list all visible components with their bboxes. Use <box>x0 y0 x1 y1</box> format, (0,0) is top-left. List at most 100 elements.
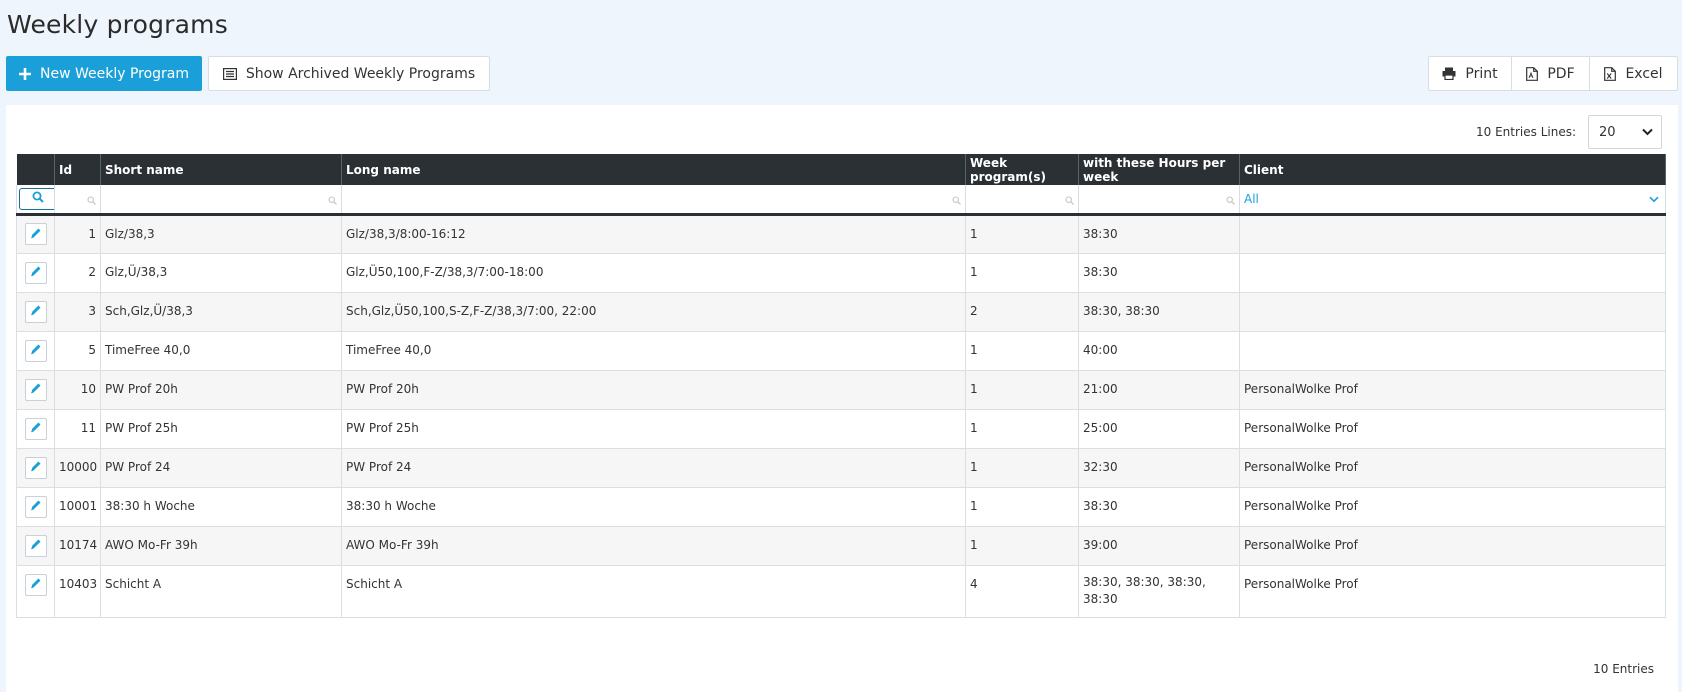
cell-long-name: Schicht A <box>341 564 966 618</box>
cell-week-programs: 1 <box>965 525 1079 566</box>
cell-client: PersonalWolke Prof <box>1239 564 1666 618</box>
cell-client <box>1239 252 1666 293</box>
entries-lines-label: 10 Entries Lines: <box>1476 125 1576 139</box>
header-week-programs[interactable]: Week program(s) <box>965 154 1079 185</box>
pencil-icon <box>30 577 42 592</box>
export-button-group: Print PDF Excel <box>1428 56 1678 91</box>
cell-week-programs: 4 <box>965 564 1079 618</box>
table-row: 10403 Schicht A Schicht A 4 38:30, 38:30… <box>16 564 1666 618</box>
pdf-button[interactable]: PDF <box>1511 56 1590 91</box>
cell-long-name: 38:30 h Woche <box>341 486 966 527</box>
search-icon <box>32 191 44 206</box>
lines-select[interactable]: 20 <box>1588 115 1662 149</box>
cell-id: 10 <box>54 369 101 410</box>
search-icon <box>952 194 961 208</box>
cell-long-name: Glz,Ü50,100,F-Z/38,3/7:00-18:00 <box>341 252 966 293</box>
edit-row-button[interactable] <box>24 223 47 245</box>
filter-hours-input[interactable] <box>1078 185 1240 216</box>
header-long-name[interactable]: Long name <box>341 154 966 185</box>
chevron-down-icon <box>1649 192 1659 206</box>
toolbar: New Weekly Program Show Archived Weekly … <box>6 56 1682 91</box>
cell-long-name: PW Prof 20h <box>341 369 966 410</box>
filter-short-name-input[interactable] <box>100 185 342 216</box>
search-icon <box>87 194 96 208</box>
table-row: 10174 AWO Mo-Fr 39h AWO Mo-Fr 39h 1 39:0… <box>16 525 1666 566</box>
edit-row-button[interactable] <box>24 573 47 596</box>
show-archived-button[interactable]: Show Archived Weekly Programs <box>208 56 490 91</box>
cell-long-name: Glz/38,3/8:00-16:12 <box>341 213 966 254</box>
edit-row-button[interactable] <box>24 261 47 284</box>
cell-week-programs: 1 <box>965 330 1079 371</box>
cell-client: PersonalWolke Prof <box>1239 408 1666 449</box>
cell-id: 5 <box>54 330 101 371</box>
new-weekly-program-button[interactable]: New Weekly Program <box>6 56 202 91</box>
cell-short-name: 38:30 h Woche <box>100 486 342 527</box>
edit-row-button[interactable] <box>24 300 47 323</box>
cell-hours: 39:00 <box>1078 525 1240 566</box>
cell-id: 10000 <box>54 447 101 488</box>
cell-id: 3 <box>54 291 101 332</box>
print-button[interactable]: Print <box>1428 56 1512 91</box>
printer-icon <box>1442 67 1456 80</box>
cell-client <box>1239 330 1666 371</box>
pdf-file-icon <box>1526 66 1539 81</box>
cell-week-programs: 1 <box>965 252 1079 293</box>
cell-client: PersonalWolke Prof <box>1239 447 1666 488</box>
cell-long-name: PW Prof 25h <box>341 408 966 449</box>
filter-id-input[interactable] <box>54 185 101 216</box>
search-icon <box>1065 194 1074 208</box>
pencil-icon <box>30 460 42 475</box>
excel-button[interactable]: Excel <box>1589 56 1678 91</box>
header-short-name[interactable]: Short name <box>100 154 342 185</box>
excel-label: Excel <box>1625 65 1663 82</box>
page-title: Weekly programs <box>7 10 228 39</box>
edit-row-button[interactable] <box>24 534 47 557</box>
table-filter-row: All <box>16 185 1666 216</box>
table-row: 11 PW Prof 25h PW Prof 25h 1 25:00 Perso… <box>16 408 1666 449</box>
new-weekly-program-label: New Weekly Program <box>39 65 190 82</box>
edit-row-button[interactable] <box>24 456 47 479</box>
cell-hours: 40:00 <box>1078 330 1240 371</box>
pencil-icon <box>30 265 42 280</box>
cell-week-programs: 1 <box>965 213 1079 254</box>
filter-search-cell <box>16 185 55 216</box>
cell-long-name: PW Prof 24 <box>341 447 966 488</box>
pencil-icon <box>30 227 42 242</box>
cell-short-name: AWO Mo-Fr 39h <box>100 525 342 566</box>
header-edit <box>16 154 55 185</box>
cell-short-name: PW Prof 24 <box>100 447 342 488</box>
table-header-row: Id Short name Long name Week program(s) … <box>16 154 1666 185</box>
edit-row-button[interactable] <box>24 495 47 518</box>
pencil-icon <box>30 499 42 514</box>
filter-week-programs-input[interactable] <box>965 185 1079 216</box>
table-row: 10001 38:30 h Woche 38:30 h Woche 1 38:3… <box>16 486 1666 527</box>
header-id[interactable]: Id <box>54 154 101 185</box>
cell-week-programs: 1 <box>965 408 1079 449</box>
cell-short-name: PW Prof 20h <box>100 369 342 410</box>
table-row: 10 PW Prof 20h PW Prof 20h 1 21:00 Perso… <box>16 369 1666 410</box>
cell-hours: 38:30 <box>1078 252 1240 293</box>
search-icon <box>328 194 337 208</box>
list-icon <box>222 67 237 80</box>
cell-hours: 32:30 <box>1078 447 1240 488</box>
lines-select-value: 20 <box>1599 124 1616 140</box>
header-hours-per-week[interactable]: with these Hours per week <box>1078 154 1240 185</box>
table-row: 1 Glz/38,3 Glz/38,3/8:00-16:12 1 38:30 <box>16 213 1666 254</box>
client-filter-value: All <box>1244 191 1259 206</box>
edit-row-button[interactable] <box>24 378 47 401</box>
table-body: 1 Glz/38,3 Glz/38,3/8:00-16:12 1 38:30 2… <box>16 213 1666 618</box>
cell-hours: 38:30, 38:30, 38:30, 38:30 <box>1078 564 1240 618</box>
cell-hours: 38:30, 38:30 <box>1078 291 1240 332</box>
table-row: 3 Sch,Glz,Ü/38,3 Sch,Glz,Ü50,100,S-Z,F-Z… <box>16 291 1666 332</box>
cell-long-name: TimeFree 40,0 <box>341 330 966 371</box>
header-client[interactable]: Client <box>1239 154 1666 185</box>
filter-search-button[interactable] <box>19 187 54 210</box>
filter-long-name-input[interactable] <box>341 185 966 216</box>
edit-row-button[interactable] <box>24 417 47 440</box>
plus-icon <box>18 67 31 80</box>
chevron-down-icon <box>1642 125 1653 139</box>
edit-row-button[interactable] <box>24 339 47 362</box>
filter-client-select[interactable]: All <box>1239 185 1666 216</box>
pencil-icon <box>30 343 42 358</box>
content-panel: 10 Entries Lines: 20 Id Short name Long … <box>6 105 1678 692</box>
